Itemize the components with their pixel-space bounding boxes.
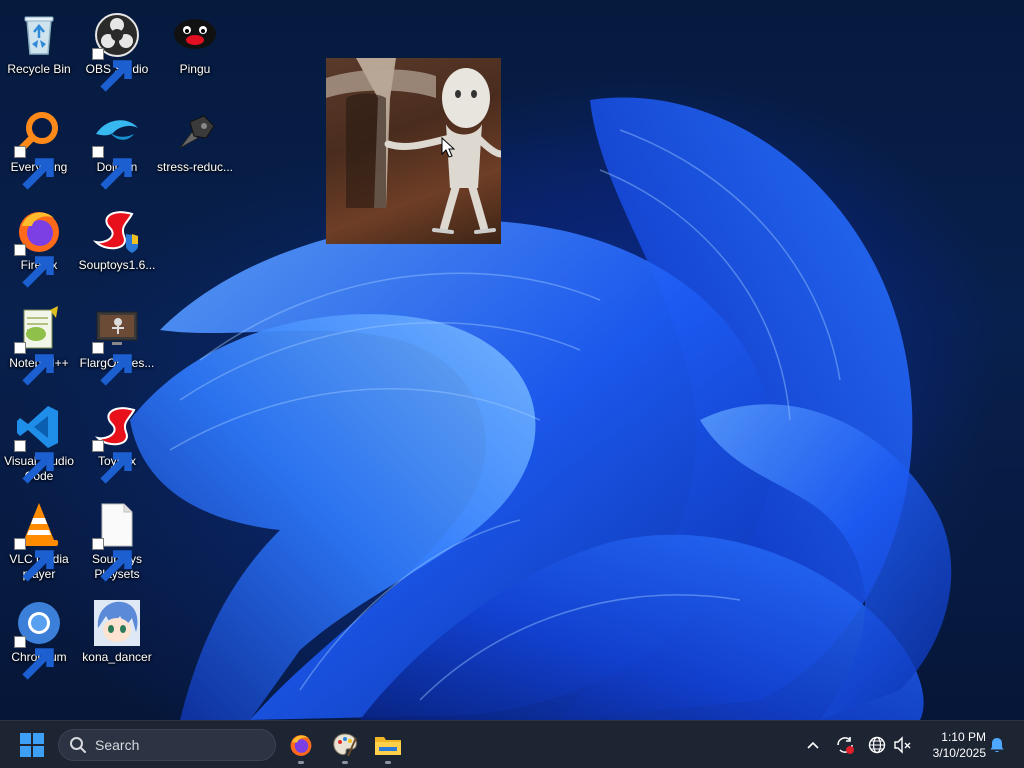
shortcut-arrow-icon [92,440,132,484]
vscode-icon [14,402,64,484]
running-indicator [298,761,304,764]
desktop-icon-label: stress-reduc... [156,160,234,174]
desktop-icon-everything[interactable]: Everything [1,104,77,196]
flarg-desktop-pet[interactable] [326,58,501,244]
desktop-icon-pingu[interactable]: Pingu [157,6,233,98]
notification-bell-icon [990,738,1004,753]
dolphin-icon [92,108,142,190]
desktop-icon-souptoys-installer[interactable]: Souptoys1.6... [79,202,155,294]
shortcut-arrow-icon [92,146,132,190]
clock-time: 1:10 PM [941,730,986,744]
desktop-icon-label: kona_dancer [82,650,152,664]
obs-studio-icon [92,10,142,92]
mouse-cursor-icon [441,137,455,158]
taskbar: Search 1:10 PM 3/10/2025 [0,720,1024,768]
show-hidden-icons-button[interactable] [801,733,825,757]
desktop-icon-toybox[interactable]: Toybox [79,398,155,490]
network-globe-icon [868,736,886,754]
desktop[interactable]: Recycle Bin Everything Firefox Notepad++… [0,0,1024,720]
shortcut-arrow-icon [92,342,132,386]
taskbar-clock[interactable]: 1:10 PM 3/10/2025 [918,729,986,761]
desktop-icon-recycle-bin[interactable]: Recycle Bin [1,6,77,98]
firefox-icon [14,206,64,288]
notification-center-button[interactable] [985,733,1009,757]
tray-sync-status[interactable] [833,733,857,757]
shortcut-arrow-icon [92,48,132,92]
desktop-icon-stress-reducer[interactable]: stress-reduc... [157,104,233,196]
sync-alert-icon [837,737,854,754]
pingu-icon [170,10,220,60]
volume-muted-icon [894,736,911,754]
desktop-icon-vscode[interactable]: Visual Studio Code [1,398,77,490]
desktop-icon-label: Souptoys1.6... [78,258,156,272]
desktop-icon-notepad-plus-plus[interactable]: Notepad++ [1,300,77,392]
chevron-up-icon [807,741,819,749]
search-placeholder: Search [95,737,140,753]
souptoys-installer-icon [92,206,142,256]
shortcut-arrow-icon [14,538,54,582]
shortcut-arrow-icon [14,146,54,190]
desktop-icon-souptoys-playsets[interactable]: Souptoys Playsets [79,496,155,588]
tray-network[interactable] [865,733,889,757]
blank-file-icon [92,500,142,582]
desktop-icon-dolphin[interactable]: Dolphin [79,104,155,196]
notepad-plus-plus-icon [14,304,64,386]
shortcut-arrow-icon [14,244,54,288]
paint-palette-icon [333,733,357,757]
stress-reducer-icon [170,108,220,158]
kona-dancer-icon [92,598,142,648]
desktop-icon-kona-dancer[interactable]: kona_dancer [79,594,155,686]
toybox-icon [92,402,142,484]
shortcut-arrow-icon [14,440,54,484]
desktop-icon-chromium[interactable]: Chromium [1,594,77,686]
desktop-icon-firefox[interactable]: Firefox [1,202,77,294]
taskbar-app-firefox[interactable] [281,725,321,765]
desktop-icon-vlc[interactable]: VLC media player [1,496,77,588]
vlc-icon [14,500,64,582]
desktop-icon-obs-studio[interactable]: OBS Studio [79,6,155,98]
running-indicator [385,761,391,764]
shortcut-arrow-icon [14,636,54,680]
taskbar-search-box[interactable]: Search [58,729,276,761]
running-indicator [342,761,348,764]
desktop-icon-flarg-on-desktop[interactable]: FlargOnDes... [79,300,155,392]
desktop-icon-label: Pingu [179,62,211,76]
flarg-on-desktop-icon [92,304,142,386]
shortcut-arrow-icon [14,342,54,386]
start-button[interactable] [12,727,52,763]
taskbar-app-file-explorer[interactable] [368,725,408,765]
desktop-icon-label: Recycle Bin [7,62,71,76]
clock-date: 3/10/2025 [932,746,986,760]
search-icon [70,737,86,753]
windows-logo-icon [20,733,44,757]
tray-volume[interactable] [890,733,914,757]
folder-icon [375,737,401,755]
firefox-icon [290,735,312,756]
shortcut-arrow-icon [92,538,132,582]
recycle-bin-icon [14,10,64,60]
everything-search-icon [14,108,64,190]
taskbar-app-paint[interactable] [325,725,365,765]
chromium-icon [14,598,64,680]
